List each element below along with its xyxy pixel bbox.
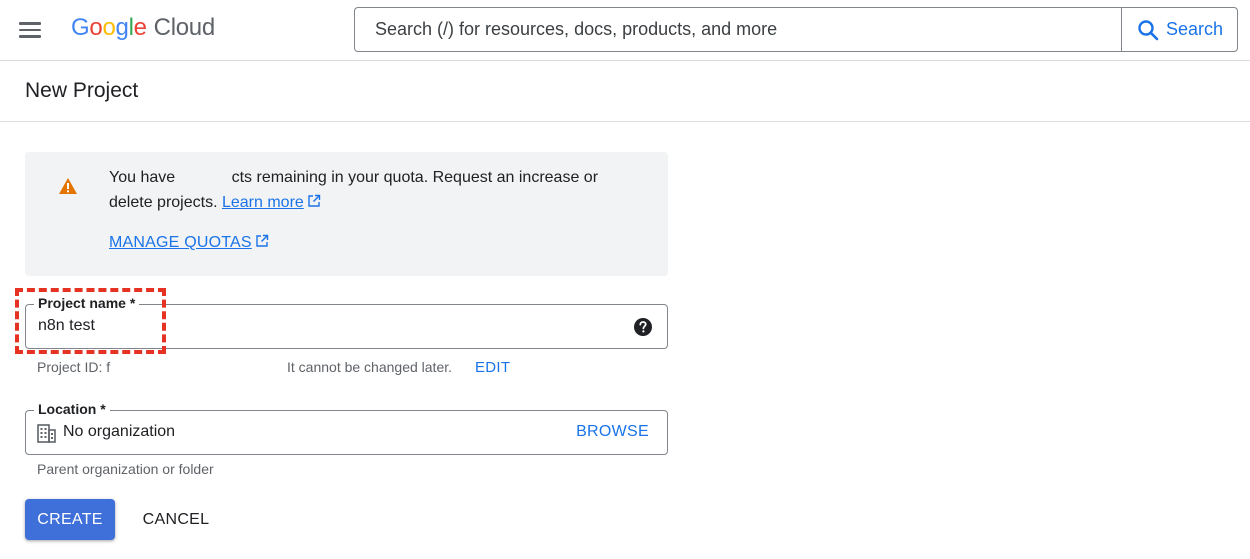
location-label: Location * — [34, 401, 110, 417]
create-button[interactable]: CREATE — [25, 499, 115, 540]
learn-more-link[interactable]: Learn more — [222, 194, 304, 211]
location-field[interactable]: Location * No organization BROWSE — [25, 401, 668, 455]
top-app-bar: Google Cloud Search — [0, 0, 1250, 61]
browse-button[interactable]: BROWSE — [576, 423, 649, 441]
project-name-label: Project name * — [34, 295, 140, 311]
edit-project-id-button[interactable]: EDIT — [475, 359, 510, 376]
logo-product-name: Cloud — [153, 14, 216, 41]
warning-icon — [59, 178, 77, 194]
page-title: New Project — [25, 79, 139, 102]
project-id-note: It cannot be changed later. — [287, 359, 453, 375]
logo-letter: g — [115, 14, 129, 41]
manage-quotas-label: MANAGE QUOTAS — [109, 234, 252, 251]
logo-letter: e — [133, 14, 147, 41]
hamburger-menu-icon[interactable] — [14, 15, 46, 45]
external-link-icon — [256, 234, 268, 247]
logo-letter: G — [71, 14, 90, 41]
quota-warning-banner: You have cts remaining in your quota. Re… — [25, 152, 668, 276]
cancel-button[interactable]: CANCEL — [131, 499, 221, 540]
project-name-field: Project name * — [25, 295, 668, 349]
quota-message: You have cts remaining in your quota. Re… — [109, 165, 629, 215]
project-name-input[interactable] — [38, 317, 598, 335]
logo-letter: o — [89, 14, 103, 41]
location-hint: Parent organization or folder — [37, 461, 214, 477]
external-link-icon — [308, 194, 320, 207]
manage-quotas-link[interactable]: MANAGE QUOTAS — [109, 234, 269, 252]
search-icon — [1138, 19, 1159, 40]
page-header: New Project — [0, 61, 1250, 122]
search-button-label: Search — [1165, 19, 1224, 39]
search-input[interactable] — [375, 19, 1122, 40]
logo-letter: o — [102, 14, 116, 41]
help-circle-icon[interactable] — [633, 317, 653, 337]
search-button[interactable]: Search — [1121, 7, 1238, 52]
google-cloud-logo[interactable]: Google Cloud — [71, 14, 215, 44]
quota-text-end: cts remaining in your quota. Request an … — [109, 169, 599, 211]
project-id-text: Project ID: f — [37, 359, 111, 375]
organization-building-icon — [37, 424, 56, 443]
quota-text-start: You have — [109, 169, 176, 186]
location-value: No organization — [63, 423, 176, 440]
search-bar — [354, 7, 1122, 52]
